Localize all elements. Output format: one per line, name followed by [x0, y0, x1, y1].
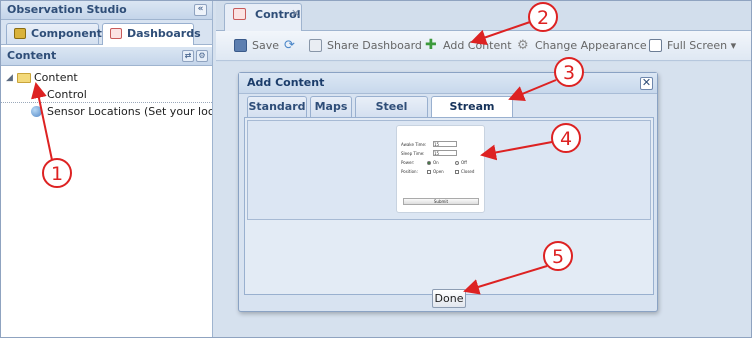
- tab-stream-forms[interactable]: Stream Forms: [431, 96, 513, 132]
- tree-item-label: Control: [47, 88, 87, 101]
- tab-standard[interactable]: Standard: [247, 96, 307, 117]
- change-appearance-label: Change Appearance: [535, 39, 647, 52]
- option-label: Closed: [461, 169, 475, 174]
- add-icon: ✚: [425, 37, 437, 53]
- radio-icon: [427, 161, 431, 165]
- tab-components-label: Components: [31, 27, 109, 40]
- form-field-input: 15: [433, 150, 457, 156]
- tab-steel-series[interactable]: Steel Series: [355, 96, 428, 132]
- expand-icon[interactable]: ◢: [6, 70, 13, 86]
- gear-icon: ⚙: [517, 38, 529, 53]
- content-header: Content ⇄ ⚙: [1, 47, 212, 66]
- tree-item-label: Content: [34, 71, 78, 84]
- dashboards-icon: [110, 28, 122, 39]
- add-content-dialog: Add Content ✕ Standard Maps Steel Series…: [238, 72, 658, 312]
- checkbox-icon: [455, 170, 459, 174]
- radio-icon: [455, 161, 459, 165]
- chevron-down-icon: ▾: [730, 39, 737, 52]
- share-icon: [309, 39, 322, 52]
- position-row: Position:: [401, 169, 418, 174]
- close-icon[interactable]: ✕: [640, 77, 653, 90]
- content-tree: ◢ Content Control Sensor Locations (Set …: [1, 66, 212, 120]
- position-option-closed: Closed: [455, 169, 474, 174]
- share-dashboard-label: Share Dashboard: [327, 39, 422, 52]
- position-label: Position:: [401, 169, 418, 174]
- option-label: Open: [433, 169, 444, 174]
- dialog-body: Awake Time: 15 Sleep Time: 15 Power: On …: [244, 117, 654, 295]
- stream-forms-panel: Awake Time: 15 Sleep Time: 15 Power: On …: [247, 120, 651, 220]
- tab-components[interactable]: Components: [6, 23, 108, 44]
- option-label: Off: [461, 160, 467, 165]
- done-button[interactable]: Done: [432, 289, 466, 308]
- tree-item-control[interactable]: Control: [1, 86, 212, 103]
- close-tab-icon[interactable]: ✕: [291, 5, 300, 22]
- tree-item-content[interactable]: ◢ Content: [1, 69, 212, 86]
- dialog-title: Add Content: [239, 73, 657, 94]
- collapse-panel-button[interactable]: «: [194, 4, 207, 16]
- form-field-row: Awake Time:: [401, 142, 426, 147]
- change-appearance-button[interactable]: ⚙ Change Appearance: [517, 39, 647, 55]
- tab-control[interactable]: Control ✕: [224, 3, 302, 31]
- tab-dashboards-label: Dashboards: [127, 27, 201, 40]
- form-field-label: Sleep Time:: [401, 151, 425, 156]
- form-field-row: Sleep Time:: [401, 151, 425, 156]
- form-field-label: Awake Time:: [401, 142, 427, 147]
- full-screen-icon: [649, 39, 662, 52]
- studio-header: Observation Studio «: [1, 1, 212, 20]
- dashboard-icon: [233, 8, 246, 20]
- save-icon: [234, 39, 247, 52]
- form-field-input: 15: [433, 141, 457, 147]
- save-label: Save: [252, 39, 280, 52]
- left-tab-strip: Components Dashboards: [1, 20, 212, 45]
- power-row: Power:: [401, 160, 414, 165]
- dashboard-toolbar: Save ⟳ Share Dashboard ✚ Add Content ⚙ C…: [216, 31, 751, 61]
- share-dashboard-button[interactable]: Share Dashboard: [309, 39, 422, 55]
- refresh-icon[interactable]: ⇄: [182, 50, 194, 62]
- save-button[interactable]: Save: [234, 39, 279, 55]
- power-label: Power:: [401, 160, 415, 165]
- full-screen-button[interactable]: Full Screen ▾: [649, 39, 736, 55]
- globe-icon: [31, 106, 42, 117]
- power-option-off: Off: [455, 160, 467, 165]
- option-label: On: [433, 160, 439, 165]
- refresh-icon: ⟳: [284, 38, 295, 53]
- add-content-button[interactable]: ✚ Add Content: [425, 37, 512, 55]
- tree-item-sensor-locations[interactable]: Sensor Locations (Set your location by: [1, 103, 212, 120]
- refresh-button[interactable]: ⟳: [284, 39, 298, 55]
- components-icon: [14, 28, 26, 39]
- form-field-value: 15: [434, 142, 440, 147]
- tab-dashboards[interactable]: Dashboards: [102, 23, 201, 45]
- studio-title: Observation Studio: [7, 3, 127, 16]
- position-option-open: Open: [427, 169, 444, 174]
- form-submit-button: Submit: [403, 198, 479, 205]
- tree-item-label: Sensor Locations (Set your location by: [47, 105, 212, 118]
- left-panel: Observation Studio « Components Dashboar…: [1, 1, 213, 337]
- checkbox-icon: [427, 170, 431, 174]
- tab-maps[interactable]: Maps: [310, 96, 352, 117]
- stream-form-thumbnail[interactable]: Awake Time: 15 Sleep Time: 15 Power: On …: [396, 125, 485, 213]
- add-content-label: Add Content: [443, 39, 512, 52]
- folder-icon: [17, 73, 31, 83]
- content-header-title: Content: [7, 49, 57, 62]
- dialog-tab-strip: Standard Maps Steel Series Stream Forms: [244, 96, 654, 132]
- gear-icon[interactable]: ⚙: [196, 50, 208, 62]
- form-field-value: 15: [434, 151, 440, 156]
- full-screen-label: Full Screen: [667, 39, 728, 52]
- power-option-on: On: [427, 160, 439, 165]
- document-tab-strip: Control ✕: [216, 1, 751, 31]
